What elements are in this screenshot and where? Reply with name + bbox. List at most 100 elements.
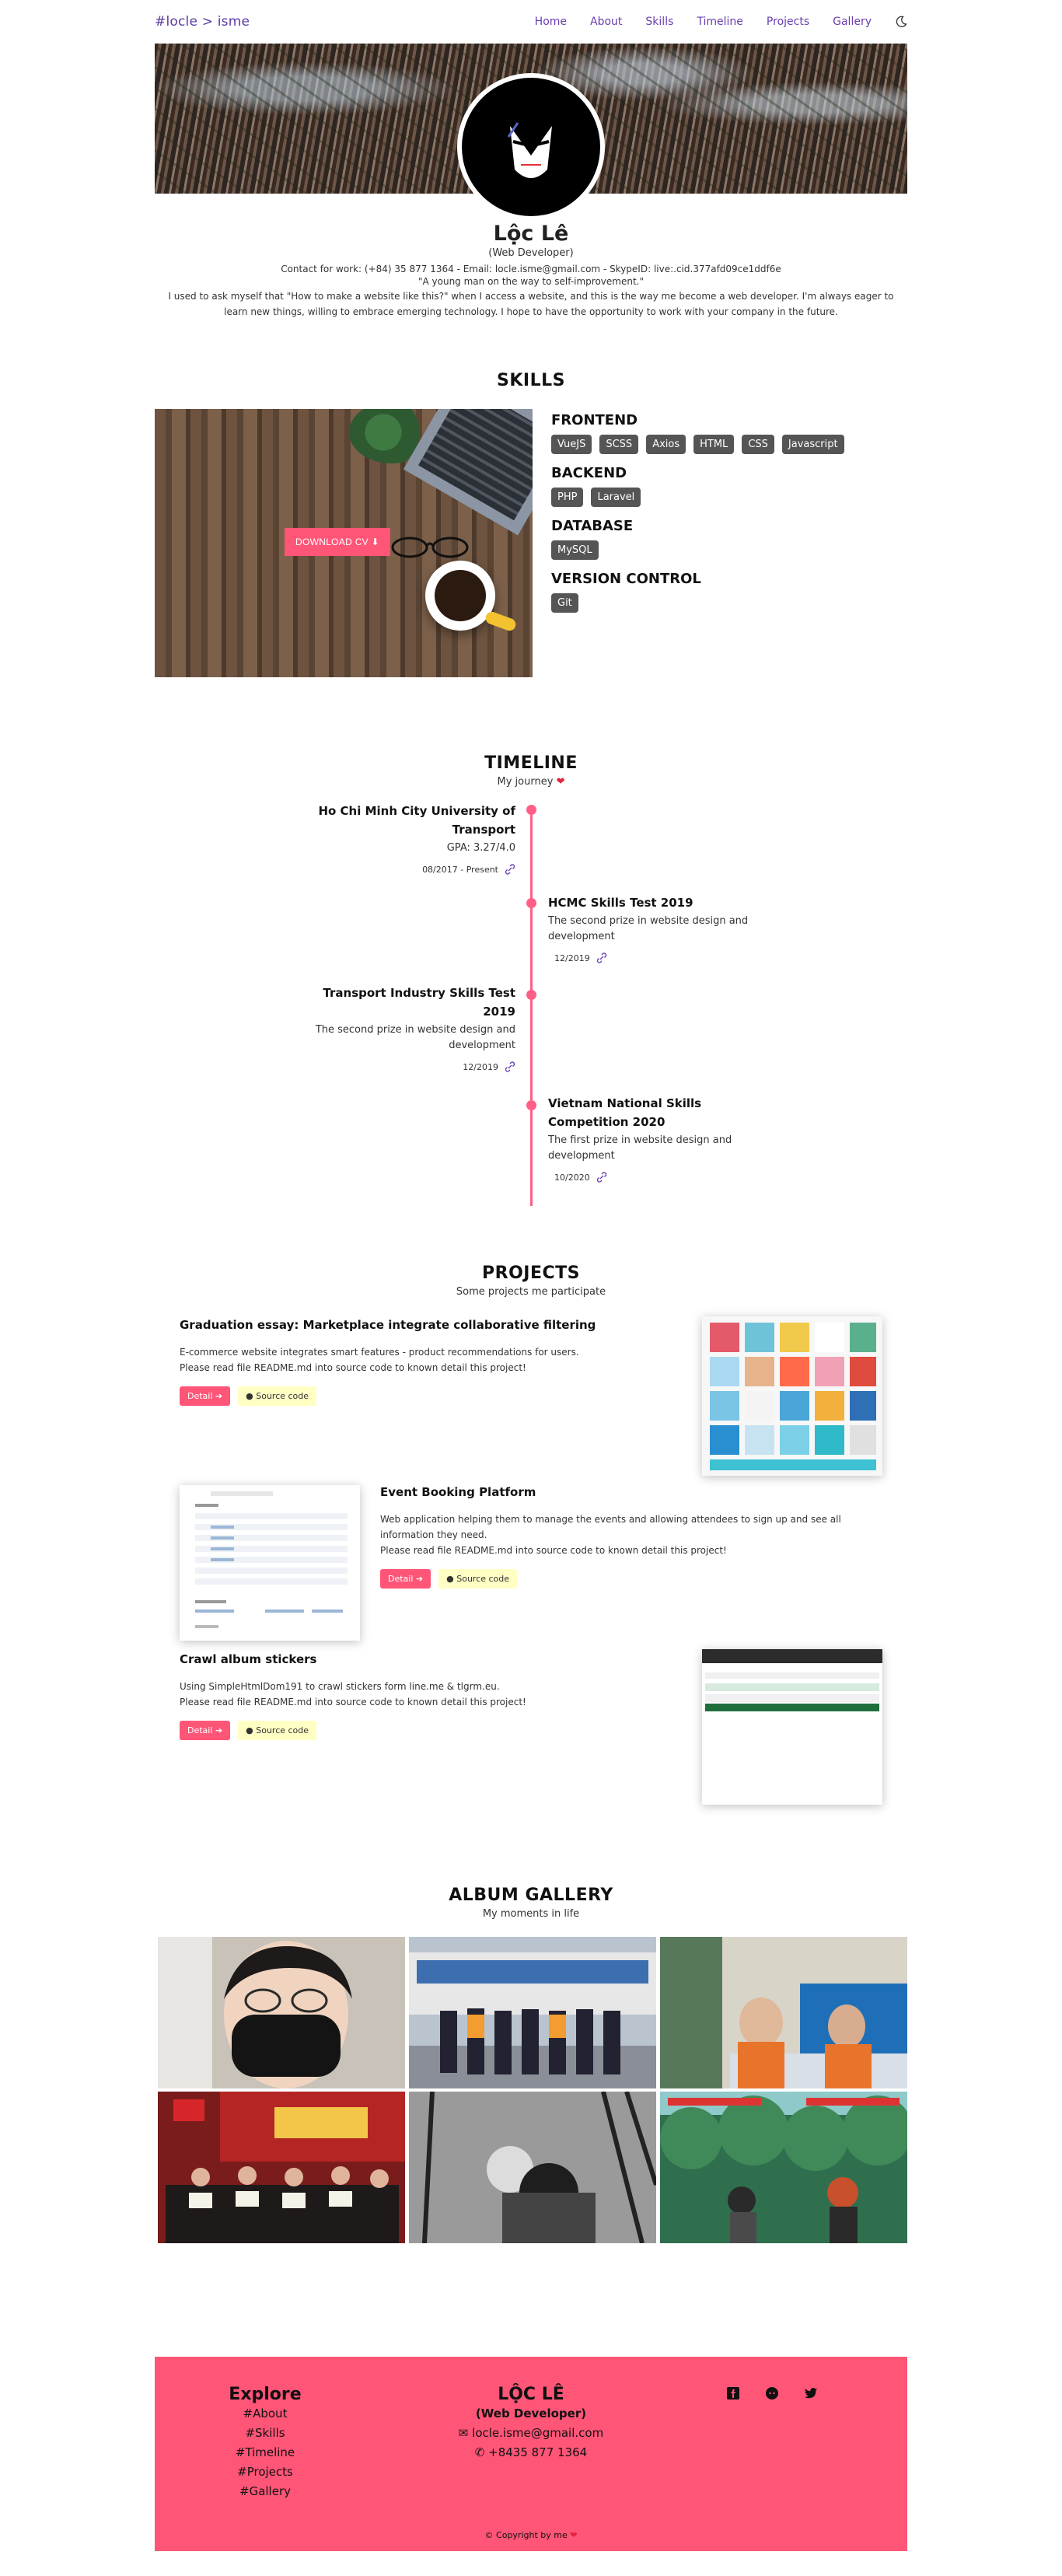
timeline-dot bbox=[526, 1100, 536, 1110]
top-navbar: #locle > isme Home About Skills Timeline… bbox=[155, 0, 907, 44]
arrow-right-icon: ➔ bbox=[215, 1725, 223, 1735]
skill-tag: MySQL bbox=[551, 540, 599, 560]
skill-group-title: VERSION CONTROL bbox=[551, 571, 701, 587]
footer-link-timeline[interactable]: #Timeline bbox=[203, 2443, 327, 2462]
timeline-item: Ho Chi Minh City University of Transport… bbox=[313, 802, 515, 875]
skill-tag: Git bbox=[551, 593, 578, 613]
timeline-item-desc: The second prize in website design and d… bbox=[548, 915, 749, 942]
skill-group-database: DATABASE MySQL bbox=[551, 518, 907, 560]
timeline: Ho Chi Minh City University of Transport… bbox=[155, 792, 907, 1206]
timeline-dot bbox=[526, 990, 536, 1000]
download-icon: ⬇ bbox=[371, 537, 379, 547]
timeline-item-desc: GPA: 3.27/4.0 bbox=[446, 842, 515, 854]
project-item: Crawl album stickers Using SimpleHtmlDom… bbox=[180, 1652, 662, 1740]
gallery-title: ALBUM GALLERY bbox=[449, 1886, 613, 1905]
nav-link-gallery[interactable]: Gallery bbox=[833, 16, 872, 28]
profile-quote: "A young man on the way to self-improvem… bbox=[417, 276, 645, 287]
phone-icon: ✆ bbox=[474, 2445, 485, 2459]
footer-email[interactable]: ✉ locle.isme@gmail.com bbox=[407, 2424, 655, 2443]
gallery-photo[interactable] bbox=[660, 2092, 907, 2243]
gallery-photo[interactable] bbox=[409, 1937, 656, 2088]
project-screenshot bbox=[702, 1316, 882, 1476]
timeline-dot bbox=[526, 898, 536, 908]
link-icon[interactable] bbox=[596, 1172, 607, 1183]
avatar bbox=[457, 73, 605, 221]
mail-icon: ✉ bbox=[458, 2426, 469, 2440]
facebook-icon[interactable] bbox=[726, 2386, 740, 2400]
source-code-button[interactable]: ● Source code bbox=[238, 1721, 317, 1740]
timeline-item: Vietnam National Skills Competition 2020… bbox=[548, 1094, 750, 1183]
projects-subtitle: Some projects me participate bbox=[456, 1286, 606, 1298]
desk-photo: DOWNLOAD CV ⬇ bbox=[155, 409, 533, 677]
gallery-photo[interactable] bbox=[158, 1937, 405, 2088]
timeline-item-date: 12/2019 bbox=[463, 1062, 498, 1072]
link-icon[interactable] bbox=[596, 952, 607, 963]
skill-tag: CSS bbox=[742, 435, 774, 454]
skill-tag: PHP bbox=[551, 488, 584, 507]
download-cv-button[interactable]: DOWNLOAD CV ⬇ bbox=[285, 528, 390, 556]
footer-explore: Explore #About #Skills #Timeline #Projec… bbox=[203, 2385, 327, 2501]
nav-link-timeline[interactable]: Timeline bbox=[697, 16, 743, 28]
projects-title: PROJECTS bbox=[482, 1264, 580, 1283]
gallery-subtitle: My moments in life bbox=[482, 1908, 580, 1920]
source-code-button[interactable]: ● Source code bbox=[238, 1386, 317, 1406]
project-item: Event Booking Platform Web application h… bbox=[380, 1485, 886, 1589]
download-cv-label: DOWNLOAD CV bbox=[295, 537, 369, 547]
skill-tag: VueJS bbox=[551, 435, 592, 454]
github-icon: ● bbox=[446, 1574, 454, 1584]
footer-phone[interactable]: ✆ +8435 877 1364 bbox=[407, 2443, 655, 2462]
skill-group-title: FRONTEND bbox=[551, 412, 638, 428]
footer-explore-title: Explore bbox=[229, 2385, 302, 2404]
gallery-photo[interactable] bbox=[158, 2092, 405, 2243]
timeline-item-desc: The first prize in website design and de… bbox=[548, 1134, 732, 1162]
heart-icon: ❤ bbox=[556, 776, 565, 788]
source-code-button[interactable]: ● Source code bbox=[438, 1569, 518, 1589]
skill-tag: Javascript bbox=[781, 435, 844, 454]
project-desc: Using SimpleHtmlDom191 to crawl stickers… bbox=[180, 1681, 526, 1707]
brand-logo[interactable]: #locle > isme bbox=[155, 14, 250, 30]
footer-name: LỘC LÊ bbox=[498, 2385, 564, 2404]
link-icon[interactable] bbox=[505, 1061, 515, 1072]
nav-links: Home About Skills Timeline Projects Gall… bbox=[535, 16, 907, 28]
nav-link-about[interactable]: About bbox=[590, 16, 622, 28]
timeline-title: TIMELINE bbox=[484, 753, 578, 773]
timeline-item: HCMC Skills Test 2019 The second prize i… bbox=[548, 893, 750, 963]
footer-link-gallery[interactable]: #Gallery bbox=[203, 2482, 327, 2501]
link-icon[interactable] bbox=[505, 864, 515, 875]
nav-link-skills[interactable]: Skills bbox=[645, 16, 673, 28]
nav-link-home[interactable]: Home bbox=[535, 16, 567, 28]
avatar-illustration bbox=[487, 90, 578, 194]
skill-group-version-control: VERSION CONTROL Git bbox=[551, 571, 907, 613]
footer-link-projects[interactable]: #Projects bbox=[203, 2462, 327, 2482]
timeline-line bbox=[530, 809, 533, 1206]
project-title: Event Booking Platform bbox=[380, 1485, 536, 1499]
gallery-photo[interactable] bbox=[660, 1937, 907, 2088]
nav-link-projects[interactable]: Projects bbox=[767, 16, 809, 28]
photo-grid bbox=[158, 1937, 907, 2243]
timeline-section: TIMELINE My journey ❤ Ho Chi Minh City U… bbox=[155, 753, 907, 1206]
twitter-icon[interactable] bbox=[804, 2386, 818, 2400]
timeline-item-desc: The second prize in website design and d… bbox=[315, 1024, 515, 1051]
footer-contact: LỘC LÊ (Web Developer) ✉ locle.isme@gmai… bbox=[407, 2385, 655, 2462]
heart-icon: ❤ bbox=[570, 2530, 578, 2540]
timeline-item-title: Transport Industry Skills Test 2019 bbox=[323, 986, 515, 1019]
skill-tag: SCSS bbox=[599, 435, 639, 454]
footer-link-skills[interactable]: #Skills bbox=[203, 2424, 327, 2443]
footer-link-about[interactable]: #About bbox=[203, 2404, 327, 2424]
project-desc: Web application helping them to manage t… bbox=[380, 1514, 841, 1556]
copyright: © Copyright by me ❤ bbox=[484, 2530, 578, 2540]
detail-button[interactable]: Detail ➔ bbox=[180, 1386, 231, 1406]
timeline-item-date: 12/2019 bbox=[554, 953, 590, 963]
gallery-photo[interactable] bbox=[409, 2092, 656, 2243]
github-icon[interactable] bbox=[765, 2386, 779, 2400]
skill-group-title: BACKEND bbox=[551, 465, 627, 481]
github-icon: ● bbox=[246, 1725, 253, 1735]
moon-icon[interactable] bbox=[895, 16, 907, 28]
project-screenshot bbox=[702, 1649, 882, 1805]
detail-button[interactable]: Detail ➔ bbox=[380, 1569, 431, 1589]
profile-contact: Contact for work: (+84) 35 877 1364 - Em… bbox=[281, 264, 781, 274]
timeline-subtitle: My journey ❤ bbox=[497, 776, 565, 788]
social-links bbox=[726, 2386, 818, 2400]
skill-tag: Laravel bbox=[591, 488, 641, 507]
detail-button[interactable]: Detail ➔ bbox=[180, 1721, 231, 1740]
